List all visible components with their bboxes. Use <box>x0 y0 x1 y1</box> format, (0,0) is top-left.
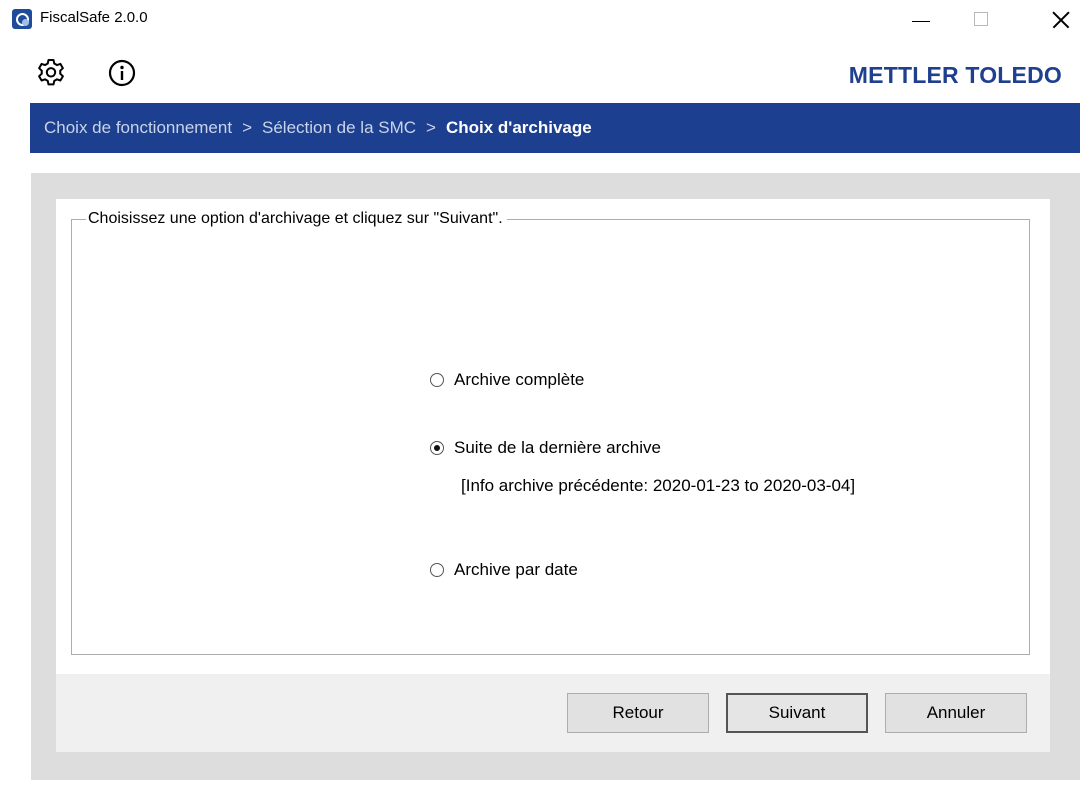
breadcrumb-item-smc: Sélection de la SMC <box>262 118 417 137</box>
radio-archive-complete[interactable]: Archive complète <box>430 370 584 390</box>
settings-button[interactable] <box>33 56 69 92</box>
radio-button[interactable] <box>430 563 444 577</box>
maximize-button[interactable] <box>958 0 1004 38</box>
title-bar: FiscalSafe 2.0.0 <box>0 0 1090 40</box>
toolbar: METTLER TOLEDO <box>0 40 1090 102</box>
radio-label: Archive complète <box>454 370 585 389</box>
app-icon <box>12 9 32 29</box>
breadcrumb: Choix de fonctionnement > Sélection de l… <box>30 103 1080 153</box>
info-button[interactable] <box>104 56 140 92</box>
archive-options-group: Choisissez une option d'archivage et cli… <box>71 209 1030 655</box>
dialog-panel: Choisissez une option d'archivage et cli… <box>56 199 1050 752</box>
breadcrumb-item-current: Choix d'archivage <box>445 118 592 137</box>
gear-icon <box>38 59 64 86</box>
group-legend: Choisissez une option d'archivage et cli… <box>86 209 507 229</box>
radio-label: Archive par date <box>454 560 578 579</box>
content-area: Choisissez une option d'archivage et cli… <box>56 199 1050 674</box>
info-circle-icon <box>108 59 136 87</box>
breadcrumb-separator: > <box>426 118 436 137</box>
radio-archive-by-date[interactable]: Archive par date <box>430 560 578 580</box>
next-button[interactable]: Suivant <box>726 693 868 733</box>
brand-logo: METTLER TOLEDO <box>848 62 1062 88</box>
close-button[interactable] <box>1038 0 1084 38</box>
previous-archive-info: [Info archive précédente: 2020-01-23 to … <box>461 476 856 495</box>
breadcrumb-item-mode: Choix de fonctionnement <box>44 118 233 137</box>
radio-archive-continue[interactable]: Suite de la dernière archive <box>430 438 661 458</box>
window-title: FiscalSafe 2.0.0 <box>40 9 148 26</box>
back-button[interactable]: Retour <box>567 693 709 733</box>
cancel-button[interactable]: Annuler <box>885 693 1027 733</box>
outer-panel: Choisissez une option d'archivage et cli… <box>31 173 1080 780</box>
radio-button-selected[interactable] <box>430 441 444 455</box>
breadcrumb-separator: > <box>242 118 252 137</box>
minimize-button[interactable] <box>898 0 944 38</box>
radio-button[interactable] <box>430 373 444 387</box>
radio-label: Suite de la dernière archive <box>454 438 661 457</box>
